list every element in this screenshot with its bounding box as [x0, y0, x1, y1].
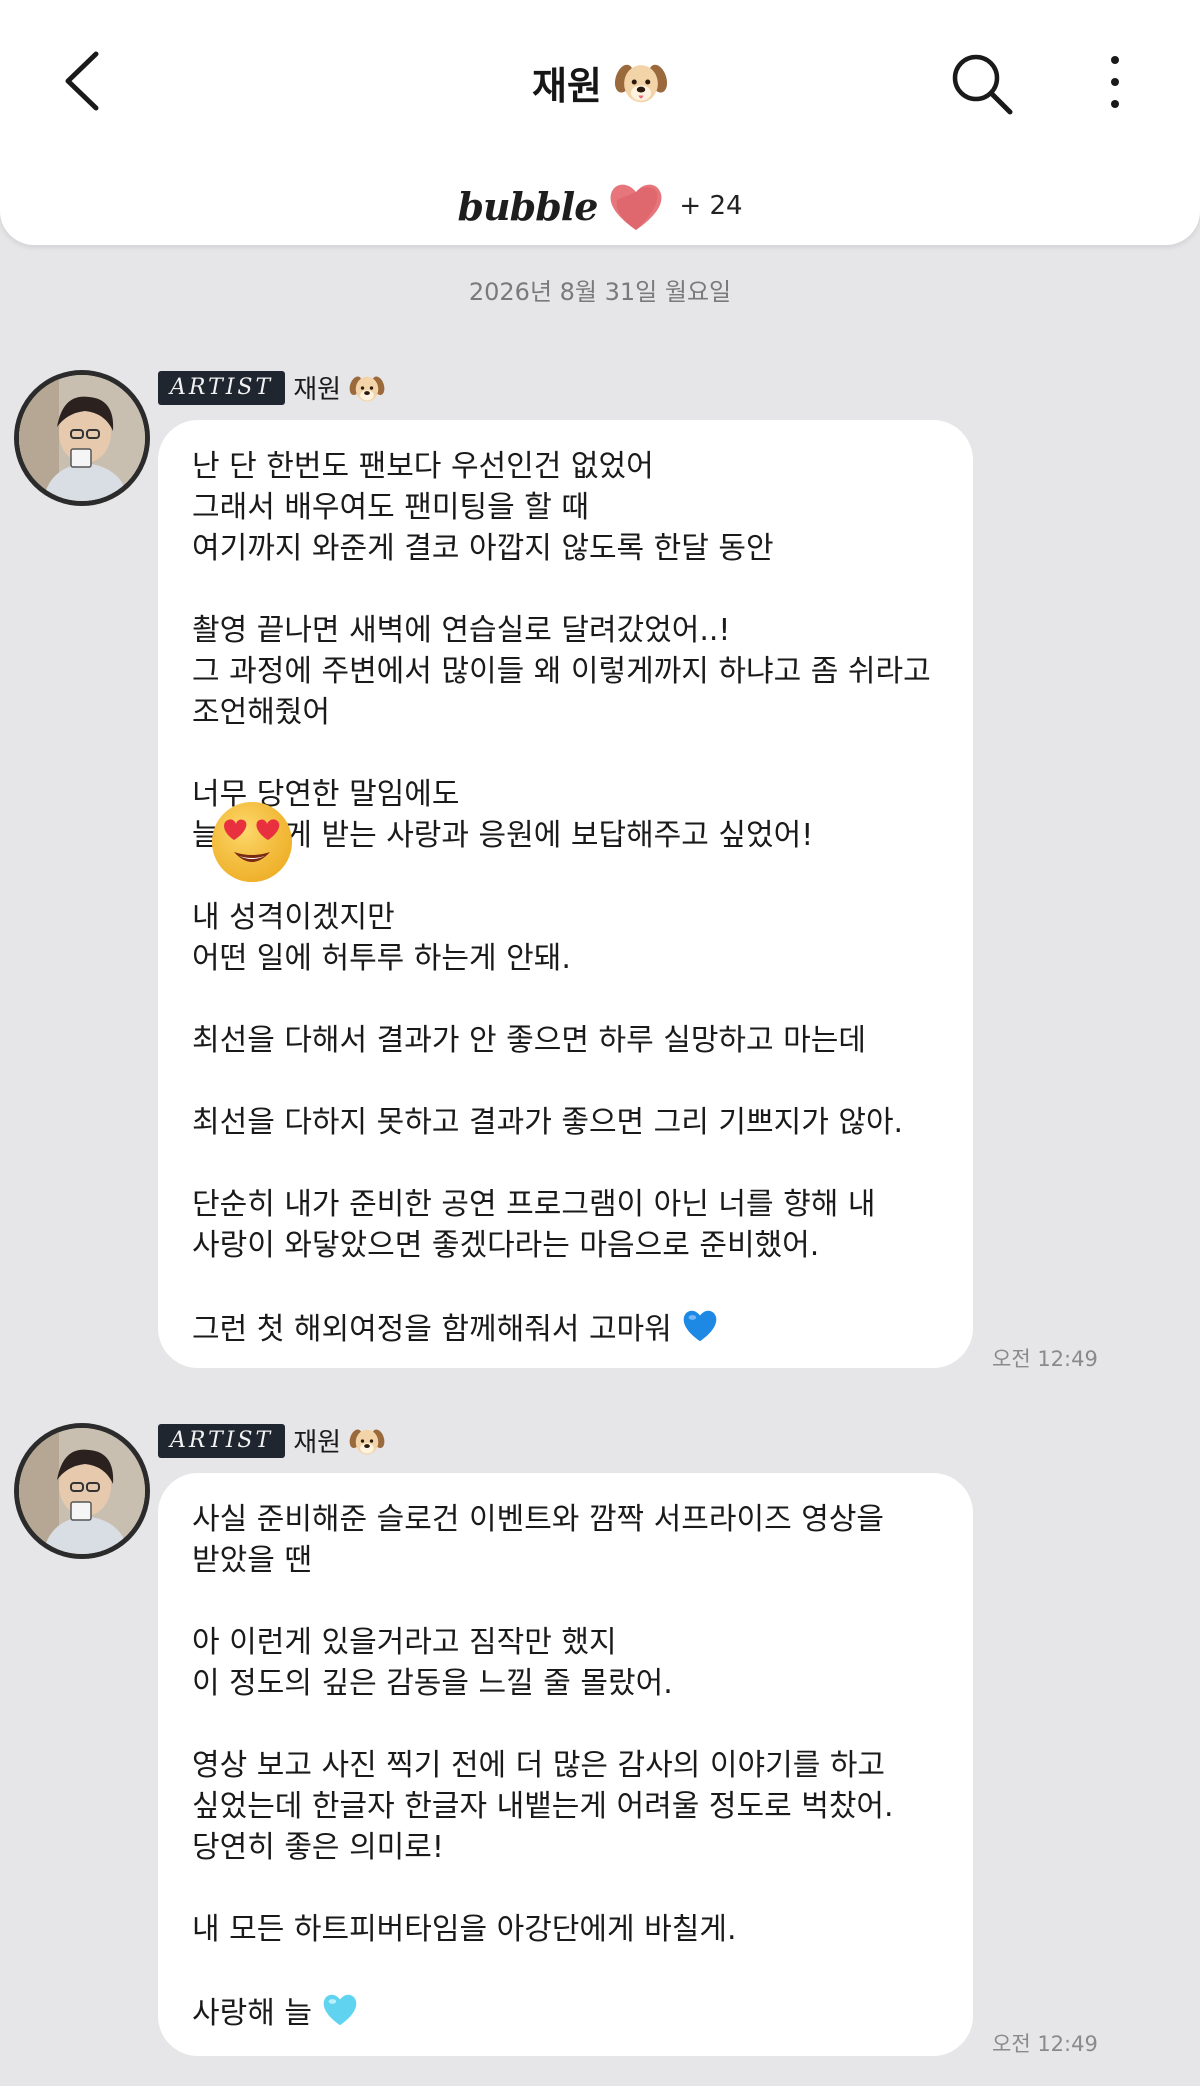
message-line: 이 정도의 깊은 감동을 느낄 줄 몰랐어. — [192, 1666, 673, 1701]
message-line — [192, 979, 939, 1020]
message-time: 오전 12:49 — [992, 2032, 1098, 2056]
message-line: 촬영 끝나면 새벽에 연습실로 달려갔었어..! — [192, 613, 731, 648]
chat-title: 재원 — [532, 63, 602, 108]
message-line: 아 이런게 있을거라고 짐작만 했지 — [192, 1625, 617, 1660]
bubble-subscription-row[interactable]: bubble + 24 — [0, 172, 1200, 240]
sender-row: ARTIST 재원 — [158, 369, 385, 406]
message-line: 받았을 땐 — [192, 1543, 312, 1578]
message-line: 난 단 한번도 팬보다 우선인건 없었어 — [192, 449, 654, 484]
message-line-text: 그런 첫 해외여정을 함께해줘서 고마워 — [192, 1312, 672, 1347]
avatar-photo — [19, 375, 145, 501]
dog-face-icon — [614, 64, 667, 103]
message-line: 여기까지 와준게 결코 아깝지 않도록 한달 동안 — [192, 531, 774, 566]
artist-badge: ARTIST — [158, 370, 286, 405]
message-line: 어떤 일에 허투루 하는게 안돼. — [192, 941, 571, 976]
message-line-last: 사랑해 늘 — [192, 1991, 939, 2034]
light-blue-heart-icon — [324, 1994, 357, 2026]
more-options-icon[interactable] — [1100, 52, 1130, 112]
sender-name: 재원 — [293, 375, 342, 405]
message-line: 사실 준비해준 슬로건 이벤트와 깜짝 서프라이즈 영상을 — [192, 1502, 885, 1537]
message-line: 단순히 내가 준비한 공연 프로그램이 아닌 너를 향해 내 — [192, 1187, 876, 1222]
dog-face-icon — [349, 1428, 385, 1454]
artist-badge: ARTIST — [158, 1423, 286, 1458]
message-line — [192, 1581, 939, 1622]
message-line: 너무 당연한 말임에도 — [192, 777, 460, 812]
message-line — [192, 1143, 939, 1184]
message-line: 내 모든 하트피버타임을 아강단에게 바칠게. — [192, 1912, 737, 1947]
message-line — [192, 733, 939, 774]
message-line: 그래서 배우여도 팬미팅을 할 때 — [192, 490, 589, 525]
search-icon[interactable] — [948, 50, 1016, 118]
message-line: 최선을 다하지 못하고 결과가 좋으면 그리 기쁘지가 않아. — [192, 1105, 904, 1140]
chat-header: 재원 bubble + 24 — [0, 0, 1200, 245]
message-bubble[interactable]: 난 단 한번도 팬보다 우선인건 없었어 그래서 배우여도 팬미팅을 할 때 여… — [158, 420, 973, 1368]
message-line: 늘 너에게 받는 사랑과 응원에 보답해주고 싶었어! — [192, 818, 814, 853]
heart-icon — [610, 184, 662, 230]
blue-heart-icon — [684, 1310, 717, 1342]
message-line — [192, 1266, 939, 1307]
bubble-logo: bubble — [457, 183, 598, 229]
heart-eyes-emoji-icon — [212, 802, 292, 882]
message-line: 최선을 다해서 결과가 안 좋으면 하루 실망하고 마는데 — [192, 1023, 866, 1058]
message-line — [192, 856, 939, 897]
sender-row: ARTIST 재원 — [158, 1422, 385, 1459]
message-line: 당연히 좋은 의미로! — [192, 1830, 444, 1865]
sender-name: 재원 — [293, 1428, 342, 1458]
message-line: 사랑이 와닿았으면 좋겠다라는 마음으로 준비했어. — [192, 1228, 820, 1263]
message-line: 내 성격이겠지만 — [192, 900, 395, 935]
message-time: 오전 12:49 — [992, 1347, 1098, 1371]
message-line — [192, 1868, 939, 1909]
message-line-text: 사랑해 늘 — [192, 1996, 312, 2031]
message-line — [192, 1704, 939, 1745]
avatar-photo — [19, 1428, 145, 1554]
dog-face-icon — [349, 375, 385, 401]
artist-avatar[interactable] — [14, 1423, 150, 1559]
message-line — [192, 1061, 939, 1102]
message-line — [192, 1950, 939, 1991]
member-extra-count: + 24 — [679, 191, 743, 221]
message-line-last: 그런 첫 해외여정을 함께해줘서 고마워 — [192, 1307, 939, 1350]
date-divider: 2026년 8월 31일 월요일 — [468, 278, 732, 306]
message-line — [192, 569, 939, 610]
message-line: 영상 보고 사진 찍기 전에 더 많은 감사의 이야기를 하고 — [192, 1748, 886, 1783]
message-line: 싶었는데 한글자 한글자 내뱉는게 어려울 정도로 벅찼어. — [192, 1789, 894, 1824]
message-bubble[interactable]: 사실 준비해준 슬로건 이벤트와 깜짝 서프라이즈 영상을 받았을 땐 아 이런… — [158, 1473, 973, 2056]
message-line: 그 과정에 주변에서 많이들 왜 이렇게까지 하냐고 좀 쉬라고 — [192, 654, 931, 689]
message-line: 조언해줬어 — [192, 695, 330, 730]
chat-title-area: 재원 — [0, 50, 1200, 114]
artist-avatar[interactable] — [14, 370, 150, 506]
